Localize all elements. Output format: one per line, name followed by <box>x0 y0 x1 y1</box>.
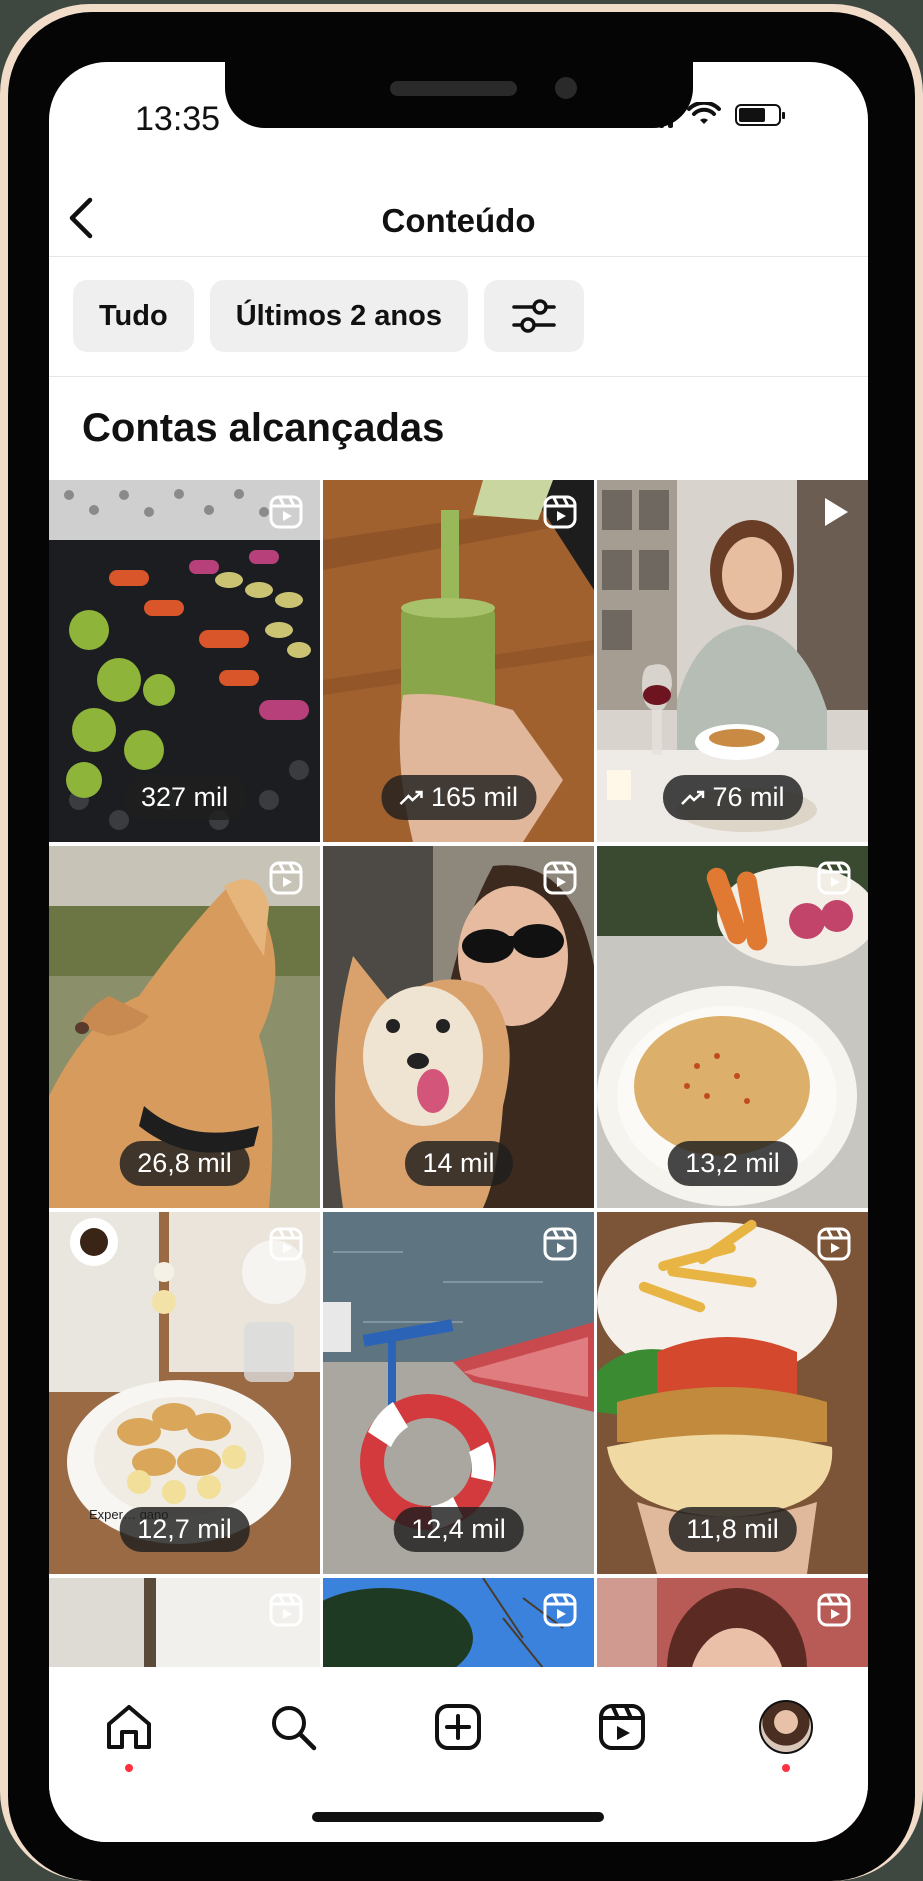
reels-icon <box>817 861 851 895</box>
reels-icon <box>543 861 577 895</box>
home-notification-dot <box>125 1764 133 1772</box>
reach-badge: 14 mil <box>404 1141 513 1186</box>
post-tile[interactable]: 327 mil <box>49 480 320 842</box>
reach-badge: 12,4 mil <box>393 1507 524 1552</box>
filter-bar: Tudo Últimos 2 anos <box>73 280 584 352</box>
profile-notification-dot <box>782 1764 790 1772</box>
battery-icon <box>735 104 785 126</box>
nav-create[interactable] <box>428 1697 488 1757</box>
play-icon <box>825 498 848 526</box>
reach-value: 26,8 mil <box>137 1148 232 1178</box>
reels-icon <box>817 1227 851 1261</box>
reach-badge: 327 mil <box>122 775 247 820</box>
reach-value: 76 mil <box>712 782 785 812</box>
wifi-icon <box>687 102 721 124</box>
nav-home[interactable] <box>99 1697 159 1757</box>
post-tile[interactable]: 11,8 mil <box>597 1212 868 1574</box>
post-tile[interactable]: 14 mil <box>323 846 594 1208</box>
phone-notch <box>225 62 693 128</box>
reels-icon <box>269 495 303 529</box>
profile-avatar <box>759 1700 813 1754</box>
speaker-grille <box>390 81 517 96</box>
reach-value: 14 mil <box>422 1148 495 1178</box>
sliders-icon <box>512 299 556 333</box>
content-type-filter[interactable]: Tudo <box>73 280 194 352</box>
reels-icon <box>543 495 577 529</box>
post-tile[interactable]: 12,4 mil <box>323 1212 594 1574</box>
page-title: Conteúdo <box>381 202 536 239</box>
post-tile[interactable]: 13,2 mil <box>597 846 868 1208</box>
nav-search[interactable] <box>263 1697 323 1757</box>
reels-icon <box>543 1227 577 1261</box>
create-post-icon <box>435 1704 481 1750</box>
trending-up-icon <box>680 790 704 805</box>
reach-value: 327 mil <box>140 782 229 812</box>
reach-value: 12,7 mil <box>137 1514 232 1544</box>
reels-icon <box>599 1704 645 1750</box>
reach-badge: 165 mil <box>380 775 537 820</box>
post-tile[interactable]: Exper… gano 12,7 mil <box>49 1212 320 1574</box>
phone-screen: 13:35 Conteúdo Tudo Últimos 2 anos Conta… <box>49 62 868 1842</box>
reach-value: 11,8 mil <box>686 1514 779 1544</box>
home-indicator <box>312 1812 604 1822</box>
period-filter[interactable]: Últimos 2 anos <box>209 280 468 352</box>
posts-grid: 327 mil 165 mil 76 mil 26,8 mil 14 mil 1… <box>49 480 868 1842</box>
reach-badge: 11,8 mil <box>668 1507 797 1552</box>
post-tile[interactable]: 26,8 mil <box>49 846 320 1208</box>
post-tile[interactable]: 76 mil <box>597 480 868 842</box>
reach-value: 13,2 mil <box>685 1148 780 1178</box>
page-header: Conteúdo <box>49 180 868 257</box>
reels-icon <box>269 1593 303 1627</box>
post-tile[interactable]: 165 mil <box>323 480 594 842</box>
reach-badge: 13,2 mil <box>667 1141 798 1186</box>
status-time: 13:35 <box>135 100 221 138</box>
home-icon <box>107 1705 151 1749</box>
reach-value: 12,4 mil <box>411 1514 506 1544</box>
search-icon <box>272 1706 317 1751</box>
reels-icon <box>269 1227 303 1261</box>
section-title: Contas alcançadas <box>82 406 445 450</box>
reach-badge: 76 mil <box>662 775 803 820</box>
reels-icon <box>543 1593 577 1627</box>
reach-badge: 12,7 mil <box>119 1507 250 1552</box>
reach-badge: 26,8 mil <box>119 1141 250 1186</box>
nav-reels[interactable] <box>592 1697 652 1757</box>
divider <box>49 376 868 377</box>
reels-icon <box>817 1593 851 1627</box>
trending-up-icon <box>399 790 423 805</box>
reels-icon <box>269 861 303 895</box>
nav-profile[interactable] <box>756 1697 816 1757</box>
filter-settings-button[interactable] <box>484 280 584 352</box>
front-camera <box>555 77 577 99</box>
reach-value: 165 mil <box>430 782 519 812</box>
